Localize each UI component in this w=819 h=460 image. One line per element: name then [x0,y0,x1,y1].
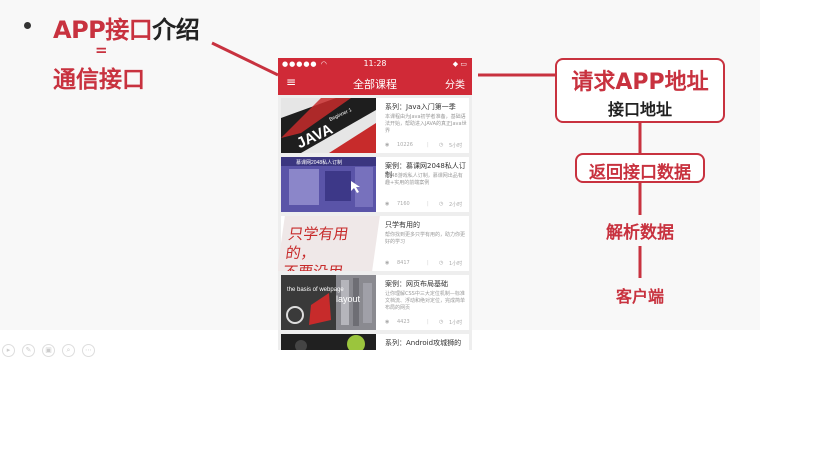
learner-count: 4423 [397,319,410,325]
meta-divider: | [427,319,429,325]
client-label: 客户端 [615,287,664,306]
clock-icon: ◷ [439,260,444,266]
equals-sign: = [95,41,108,59]
user-icon: ◉ [385,319,390,325]
android-cover-image [281,334,376,350]
useful-cover-line-1: 只学有用的， [284,225,350,262]
return-box: 返回接口数据 [575,153,705,183]
user-icon: ◉ [385,260,390,266]
course-thumbnail-useful: 只学有用的， 不要没用的！ [278,216,380,271]
learner-count: 7160 [397,201,410,207]
course-desc: 让你理解CSS中三大定位机制—标准文档流、浮动和绝对定位，完成简单布局的网页 [385,291,466,311]
parse-label: 解析数据 [606,223,674,243]
webpage-cover-text-1: the basis of webpage [287,287,344,293]
course-title: 只学有用的 [385,221,420,229]
play-icon[interactable]: ▸ [2,344,15,357]
learner-count: 10226 [397,142,413,148]
course-thumbnail-2048: 慕课网2048私人订制 [281,157,376,212]
clock-icon: ◷ [439,319,444,325]
category-button[interactable]: 分类 [445,76,465,91]
title-rest: 介绍 [152,16,200,44]
course-duration: 1小时 [449,320,463,326]
course-duration: 1小时 [449,261,463,267]
request-label: 请求APP地址 [571,70,709,95]
game-cover-text: 慕课网2048私人订制 [296,159,342,166]
request-box: 请求APP地址 接口地址 [555,58,725,123]
course-desc: 帮你找到更多只学有用的，助力你更好的学习 [385,232,466,245]
course-card[interactable]: the basis of webpage layout 案例：网页布局基础 让你… [281,275,469,330]
course-duration: 2小时 [449,202,463,208]
request-sublabel: 接口地址 [607,100,672,119]
clock-icon: ◷ [439,201,444,207]
return-label: 返回接口数据 [589,163,691,183]
course-duration: 5小时 [449,143,463,149]
learner-count: 8417 [397,260,410,266]
phone-screenshot: ●●●●● ◠ 11:28 ◆ ▭ ≡ 全部课程 分类 JAVA Beginne… [278,58,472,350]
webpage-cover-image: the basis of webpage layout [281,275,376,330]
nav-bar: ≡ 全部课程 分类 [278,70,472,95]
status-bar: ●●●●● ◠ 11:28 ◆ ▭ [278,58,472,70]
user-icon: ◉ [385,201,390,207]
zoom-icon[interactable]: ⌕ [62,344,75,357]
course-card[interactable]: 慕课网2048私人订制 案例：慕课网2048私人订制 2048游戏私人订制，慕课… [281,157,469,212]
course-title: 系列：Java入门第一季 [385,103,456,111]
useful-cover-line-2: 不要没用的！ [279,263,367,271]
slide-subtitle: 通信接口 [53,67,145,93]
screen-icon[interactable]: ▣ [42,344,55,357]
user-icon: ◉ [385,142,390,148]
webpage-cover-text-2: layout [336,294,361,304]
clock-icon: ◷ [439,142,444,148]
game-cover-image: 慕课网2048私人订制 [281,157,376,212]
course-desc: 2048游戏私人订制，慕课网出品有趣+实用的前端案例 [385,173,463,186]
status-time: 11:28 [363,59,387,68]
title-highlight: APP接口 [53,16,153,44]
more-icon[interactable]: ⋯ [82,344,95,357]
bullet-icon [24,22,31,29]
meta-divider: | [427,260,429,266]
course-thumbnail-android [281,334,376,350]
java-cover-image: JAVA Beginner 1 [281,98,376,153]
course-card[interactable]: 系列：Android攻城狮的 [281,334,469,350]
pen-icon[interactable]: ✎ [22,344,35,357]
course-desc: 本课程由为Java初学者准备，基础语法开始，帮助进入JAVA的真正Java世界 [385,114,467,134]
meta-divider: | [427,201,429,207]
battery-icon: ◆ ▭ [452,60,467,68]
nav-title: 全部课程 [353,78,397,91]
course-card[interactable]: JAVA Beginner 1 系列：Java入门第一季 本课程由为Java初学… [281,98,469,153]
course-title: 案例：网页布局基础 [385,280,448,288]
meta-divider: | [427,142,429,148]
slide-title: APP接口介绍 [53,10,200,45]
course-thumbnail-java: JAVA Beginner 1 [281,98,376,153]
course-thumbnail-webpage: the basis of webpage layout [281,275,376,330]
course-card[interactable]: 只学有用的， 不要没用的！ 只学有用的 帮你找到更多只学有用的，助力你更好的学习… [278,216,469,271]
course-title: 系列：Android攻城狮的 [385,339,462,347]
